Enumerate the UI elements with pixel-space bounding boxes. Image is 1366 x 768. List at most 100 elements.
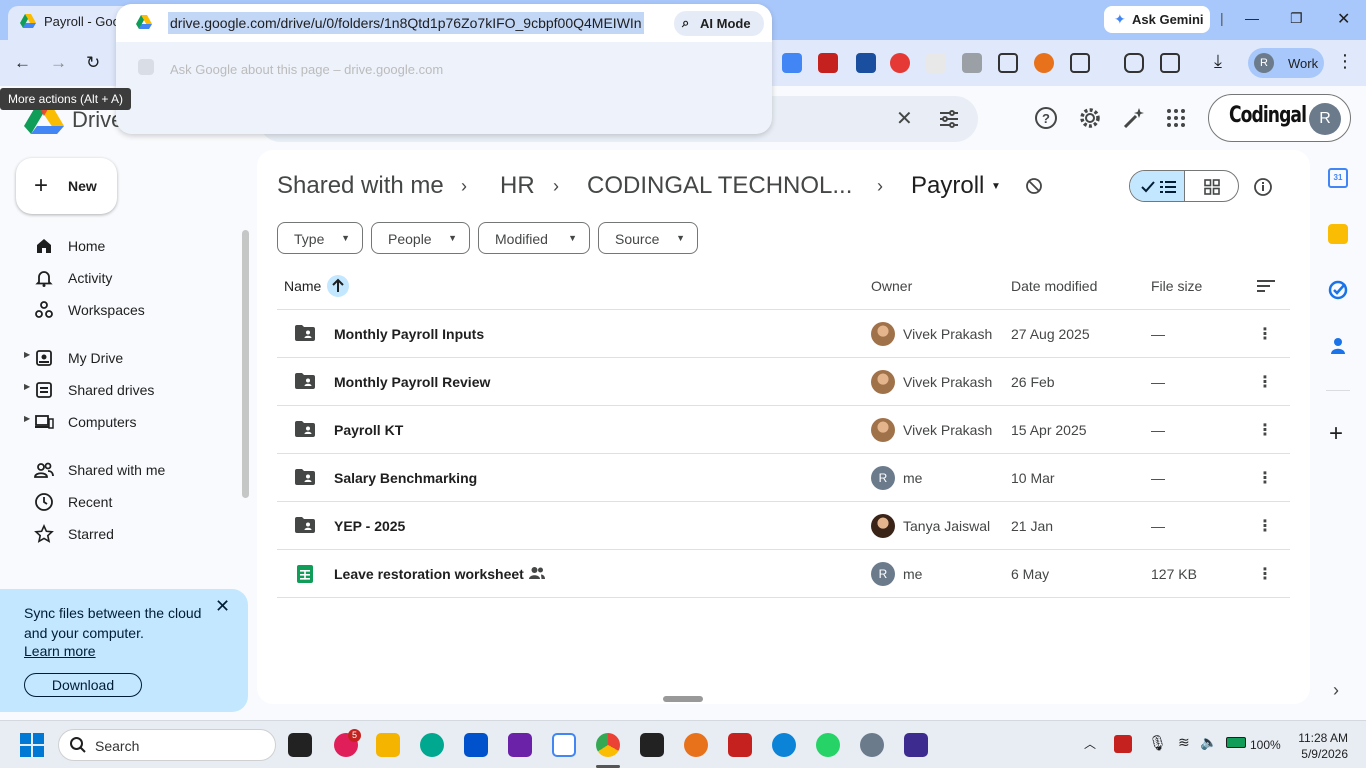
close-window-icon[interactable]: ✕ — [1337, 9, 1350, 29]
breadcrumb-shared-with-me[interactable]: Shared with me — [277, 172, 444, 200]
settings-icon[interactable] — [860, 733, 884, 757]
file-row[interactable]: Monthly Payroll Review Vivek Prakash 26 Fe… — [277, 357, 1290, 405]
download-icon[interactable]: ⤓ — [1214, 51, 1234, 71]
expand-caret-icon[interactable]: ▶ — [24, 382, 30, 391]
contacts-icon[interactable] — [1328, 336, 1348, 356]
sidebar-item-activity[interactable]: Activity — [0, 262, 240, 294]
search-options-icon[interactable] — [938, 108, 960, 130]
address-bar[interactable]: drive.google.com/drive/u/0/folders/1n8Qt… — [116, 4, 772, 42]
back-icon[interactable]: ← — [14, 53, 31, 73]
sidebar-item-home[interactable]: Home — [0, 230, 240, 262]
expand-caret-icon[interactable]: ▶ — [24, 350, 30, 359]
translate-extension-icon[interactable] — [782, 53, 802, 73]
task-view-icon[interactable] — [288, 733, 312, 757]
resize-handle[interactable] — [663, 696, 703, 702]
more-actions-icon[interactable]: ⋮ — [1257, 324, 1273, 344]
account-switcher[interactable]: Codingal R — [1208, 94, 1351, 142]
expand-panel-chevron-icon[interactable]: › — [1333, 680, 1339, 701]
extension-icon[interactable] — [890, 53, 910, 73]
more-actions-icon[interactable]: ⋮ — [1257, 516, 1273, 536]
filter-source[interactable]: Source ▼ — [598, 222, 698, 254]
tasks-icon[interactable] — [1328, 280, 1348, 300]
column-header-file-size[interactable]: File size — [1151, 278, 1202, 294]
app-icon[interactable] — [420, 733, 444, 757]
folder-menu-caret-icon[interactable]: ▼ — [991, 181, 1001, 192]
acrobat-extension-icon[interactable] — [818, 53, 838, 73]
file-explorer-icon[interactable] — [376, 733, 400, 757]
sidebar-scrollbar[interactable] — [242, 230, 249, 498]
app-icon[interactable] — [640, 733, 664, 757]
extension-icon[interactable] — [926, 53, 946, 73]
lens-icon[interactable] — [1124, 53, 1144, 73]
column-header-name[interactable]: Name — [284, 278, 321, 294]
close-banner-icon[interactable]: ✕ — [215, 596, 230, 617]
column-header-date-modified[interactable]: Date modified — [1011, 278, 1097, 294]
view-toggle[interactable] — [1129, 170, 1239, 202]
help-icon[interactable]: ? — [1034, 106, 1058, 130]
info-icon[interactable] — [1253, 177, 1273, 197]
show-hidden-icons-chevron-icon[interactable]: ︿ — [1084, 735, 1096, 752]
volume-icon[interactable]: 🔈 — [1200, 734, 1217, 751]
ask-google-suggestion[interactable]: Ask Google about this page – drive.googl… — [170, 62, 443, 77]
site-info-icon[interactable] — [136, 15, 152, 29]
sidebar-item-workspaces[interactable]: Workspaces — [0, 294, 240, 326]
keep-icon[interactable] — [1328, 224, 1348, 244]
breadcrumb-hr[interactable]: HR — [500, 172, 535, 200]
file-row[interactable]: Leave restoration worksheet Rme 6 May 127 K… — [277, 549, 1290, 597]
camera-extension-icon[interactable] — [962, 53, 982, 73]
sidebar-item-starred[interactable]: Starred — [0, 518, 240, 550]
trello-icon[interactable] — [464, 733, 488, 757]
forward-icon[interactable]: → — [50, 53, 67, 73]
new-button[interactable]: + New — [16, 158, 117, 214]
sidebar-item-my-drive[interactable]: ▶ My Drive — [0, 342, 240, 374]
profile-button[interactable]: R Work — [1248, 48, 1324, 78]
extension-badge-icon[interactable] — [856, 53, 876, 73]
microphone-icon[interactable]: 🎙 — [1148, 734, 1167, 752]
app-icon[interactable] — [904, 733, 928, 757]
search-tab-icon[interactable] — [1160, 53, 1180, 73]
add-addon-icon[interactable]: + — [1329, 420, 1343, 448]
minimize-icon[interactable]: — — [1245, 10, 1259, 26]
breadcrumb-codingal[interactable]: CODINGAL TECHNOL... — [587, 172, 852, 200]
battery-icon[interactable] — [1226, 737, 1246, 748]
breadcrumb-payroll[interactable]: Payroll — [911, 172, 984, 200]
acrobat-icon[interactable] — [728, 733, 752, 757]
download-button[interactable]: Download — [24, 673, 142, 697]
sidebar-item-recent[interactable]: Recent — [0, 486, 240, 518]
filter-type[interactable]: Type ▼ — [277, 222, 363, 254]
extensions-puzzle-icon[interactable] — [1070, 53, 1090, 73]
sidebar-item-computers[interactable]: ▶ Computers — [0, 406, 240, 438]
file-name[interactable]: Payroll KT — [334, 422, 403, 438]
file-row[interactable]: Payroll KT Vivek Prakash 15 Apr 2025 — ⋮ — [277, 405, 1290, 453]
chrome-icon[interactable] — [596, 733, 620, 757]
screenshot-extension-icon[interactable] — [998, 53, 1018, 73]
wifi-icon[interactable]: ≋ — [1178, 734, 1190, 751]
windows-start-icon[interactable] — [20, 733, 44, 757]
taskbar-clock[interactable]: 11:28 AM 5/9/2026 — [1290, 730, 1348, 762]
address-bar-dropdown[interactable]: drive.google.com/drive/u/0/folders/1n8Qt… — [116, 4, 772, 134]
file-name[interactable]: Monthly Payroll Review — [334, 374, 490, 390]
sort-options-icon[interactable] — [1257, 278, 1277, 294]
claude-extension-icon[interactable] — [1034, 53, 1054, 73]
file-row[interactable]: Monthly Payroll Inputs Vivek Prakash 27 Au… — [277, 309, 1290, 357]
ai-mode-button[interactable]: ⌕ AI Mode — [674, 11, 764, 36]
tray-app-icon[interactable] — [1114, 735, 1132, 753]
file-name[interactable]: Monthly Payroll Inputs — [334, 326, 484, 342]
expand-caret-icon[interactable]: ▶ — [24, 414, 30, 423]
url-text[interactable]: drive.google.com/drive/u/0/folders/1n8Qt… — [168, 12, 644, 34]
sidebar-item-shared-drives[interactable]: ▶ Shared drives — [0, 374, 240, 406]
calendar-icon[interactable]: 31 — [1328, 168, 1348, 188]
more-actions-icon[interactable]: ⋮ — [1257, 420, 1273, 440]
list-view-button[interactable] — [1130, 171, 1185, 201]
apps-grid-icon[interactable] — [1166, 106, 1186, 128]
reload-icon[interactable]: ↻ — [86, 53, 100, 73]
ask-gemini-button[interactable]: ✦ Ask Gemini — [1104, 6, 1210, 33]
app-icon[interactable] — [508, 733, 532, 757]
calendar-app-icon[interactable] — [552, 733, 576, 757]
clear-search-icon[interactable]: ✕ — [896, 106, 913, 131]
more-actions-icon[interactable]: ⋮ — [1257, 468, 1273, 488]
taskbar-search[interactable]: Search — [58, 729, 276, 761]
restore-icon[interactable]: ❐ — [1290, 10, 1303, 27]
file-name[interactable]: YEP - 2025 — [334, 518, 405, 534]
column-header-owner[interactable]: Owner — [871, 278, 912, 294]
